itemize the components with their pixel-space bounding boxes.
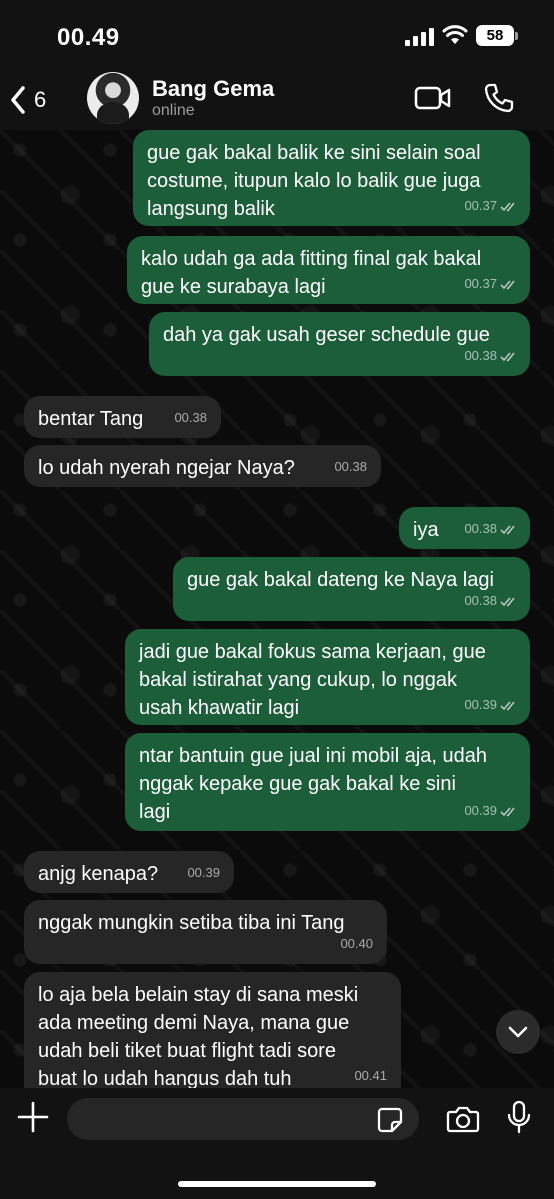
message-input[interactable] <box>67 1098 419 1140</box>
message-time: 00.38 <box>464 348 497 363</box>
chevron-down-icon <box>508 1026 528 1038</box>
unread-count: 6 <box>34 87 47 112</box>
message-incoming[interactable]: bentar Tang 00.38 <box>24 396 221 438</box>
microphone-icon[interactable] <box>506 1100 532 1134</box>
back-button[interactable]: 6 <box>10 82 70 118</box>
chat-header: 6 Bang Gema online <box>0 70 554 130</box>
sticker-icon[interactable] <box>376 1106 404 1134</box>
message-time: 00.40 <box>340 936 373 951</box>
message-text: bentar Tang <box>38 408 144 430</box>
read-receipt-icon <box>500 524 515 535</box>
chat-area[interactable]: gue gak bakal balik ke sini selain soal … <box>0 130 554 1088</box>
message-outgoing[interactable]: gue gak bakal dateng ke Naya lagi 00.38 <box>173 557 530 621</box>
message-time: 00.41 <box>354 1068 387 1083</box>
message-outgoing[interactable]: gue gak bakal balik ke sini selain soal … <box>133 130 530 226</box>
read-receipt-icon <box>500 351 515 362</box>
message-time: 00.38 <box>464 521 497 536</box>
message-time: 00.39 <box>464 803 497 818</box>
back-chevron-icon <box>11 86 25 114</box>
message-text: lo aja bela belain stay di sana meski ad… <box>38 984 359 1088</box>
message-time: 00.38 <box>174 410 207 425</box>
message-outgoing[interactable]: dah ya gak usah geser schedule gue 00.38 <box>149 312 530 376</box>
message-incoming[interactable]: anjg kenapa? 00.39 <box>24 851 234 893</box>
message-meta: 00.37 <box>464 192 518 220</box>
message-text: anjg kenapa? <box>38 863 159 885</box>
battery-indicator: 58 <box>476 25 518 46</box>
status-bar: 00.49 58 <box>0 0 554 70</box>
status-time: 00.49 <box>57 24 120 51</box>
message-outgoing[interactable]: iya 00.38 <box>399 507 530 549</box>
message-outgoing[interactable]: jadi gue bakal fokus sama kerjaan, gue b… <box>125 629 530 725</box>
message-text: gue gak bakal balik ke sini selain soal … <box>147 142 481 220</box>
message-text: lo udah nyerah ngejar Naya? <box>38 457 295 479</box>
message-time: 00.39 <box>464 697 497 712</box>
contact-avatar[interactable] <box>87 72 139 124</box>
message-text: ntar bantuin gue jual ini mobil aja, uda… <box>139 745 488 823</box>
message-meta: 00.39 <box>464 797 518 825</box>
contact-name[interactable]: Bang Gema <box>152 76 274 102</box>
message-meta: 00.38 <box>334 453 367 481</box>
message-time: 00.38 <box>464 593 497 608</box>
message-incoming[interactable]: lo aja bela belain stay di sana meski ad… <box>24 972 401 1088</box>
read-receipt-icon <box>500 201 515 212</box>
message-outgoing[interactable]: ntar bantuin gue jual ini mobil aja, uda… <box>125 733 530 831</box>
contact-status: online <box>152 102 195 119</box>
message-meta: 00.38 <box>464 342 518 370</box>
message-incoming[interactable]: nggak mungkin setiba tiba ini Tang 00.40 <box>24 900 387 964</box>
message-time: 00.37 <box>464 198 497 213</box>
message-meta: 00.41 <box>354 1062 387 1088</box>
read-receipt-icon <box>500 596 515 607</box>
message-text: dah ya gak usah geser schedule gue <box>163 324 490 346</box>
message-time: 00.39 <box>187 865 220 880</box>
message-text: jadi gue bakal fokus sama kerjaan, gue b… <box>139 641 486 719</box>
message-outgoing[interactable]: kalo udah ga ada fitting final gak bakal… <box>127 236 530 304</box>
message-meta: 00.38 <box>464 587 518 615</box>
message-meta: 00.39 <box>187 859 220 887</box>
wifi-icon <box>442 25 468 44</box>
message-input-bar <box>0 1088 554 1199</box>
scroll-to-bottom-button[interactable] <box>496 1010 540 1054</box>
camera-icon[interactable] <box>446 1104 480 1134</box>
message-meta: 00.40 <box>340 930 373 958</box>
message-meta: 00.38 <box>464 515 518 543</box>
message-text: kalo udah ga ada fitting final gak bakal… <box>141 248 482 298</box>
read-receipt-icon <box>500 279 515 290</box>
plus-icon[interactable] <box>16 1100 50 1134</box>
message-meta: 00.39 <box>464 691 518 719</box>
read-receipt-icon <box>500 700 515 711</box>
read-receipt-icon <box>500 806 515 817</box>
message-meta: 00.37 <box>464 270 518 298</box>
video-call-icon[interactable] <box>414 84 452 112</box>
message-time: 00.37 <box>464 276 497 291</box>
message-time: 00.38 <box>334 459 367 474</box>
message-text: nggak mungkin setiba tiba ini Tang <box>38 912 345 934</box>
message-meta: 00.38 <box>174 404 207 432</box>
cellular-signal-icon <box>405 28 435 46</box>
phone-icon[interactable] <box>483 82 515 114</box>
home-indicator[interactable] <box>178 1181 376 1187</box>
message-incoming[interactable]: lo udah nyerah ngejar Naya? 00.38 <box>24 445 381 487</box>
